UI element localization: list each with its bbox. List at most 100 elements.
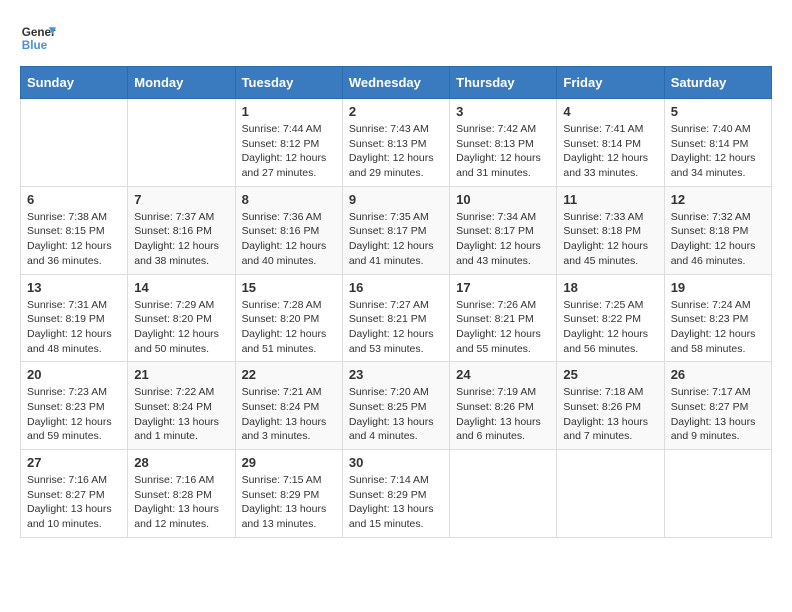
calendar-cell: 30Sunrise: 7:14 AM Sunset: 8:29 PM Dayli… [342, 450, 449, 538]
calendar-cell: 9 Sunrise: 7:35 AM Sunset: 8:17 PM Daylig… [342, 186, 449, 274]
day-info: Sunrise: 7:34 AM Sunset: 8:17 PM Dayligh… [456, 210, 550, 269]
calendar-cell: 17 Sunrise: 7:26 AM Sunset: 8:21 PM Dayli… [450, 274, 557, 362]
calendar-cell: 12 Sunrise: 7:32 AM Sunset: 8:18 PM Dayli… [664, 186, 771, 274]
calendar-cell: 8 Sunrise: 7:36 AM Sunset: 8:16 PM Daylig… [235, 186, 342, 274]
day-number: 7 [134, 192, 228, 207]
day-info: Sunrise: 7:41 AM Sunset: 8:14 PM Dayligh… [563, 122, 657, 181]
day-number: 1 [242, 104, 336, 119]
day-info: Sunrise: 7:26 AM Sunset: 8:21 PM Dayligh… [456, 298, 550, 357]
day-of-week-header: Friday [557, 67, 664, 99]
day-number: 5 [671, 104, 765, 119]
day-info: Sunrise: 7:18 AM Sunset: 8:26 PM Dayligh… [563, 385, 657, 444]
calendar-cell: 26 Sunrise: 7:17 AM Sunset: 8:27 PM Dayli… [664, 362, 771, 450]
calendar-cell: 20 Sunrise: 7:23 AM Sunset: 8:23 PM Dayli… [21, 362, 128, 450]
day-of-week-header: Saturday [664, 67, 771, 99]
day-number: 25 [563, 367, 657, 382]
day-info: Sunrise: 7:33 AM Sunset: 8:18 PM Dayligh… [563, 210, 657, 269]
day-number: 4 [563, 104, 657, 119]
day-info: Sunrise: 7:21 AM Sunset: 8:24 PM Dayligh… [242, 385, 336, 444]
day-of-week-header: Sunday [21, 67, 128, 99]
day-info: Sunrise: 7:37 AM Sunset: 8:16 PM Dayligh… [134, 210, 228, 269]
calendar-cell: 7 Sunrise: 7:37 AM Sunset: 8:16 PM Daylig… [128, 186, 235, 274]
day-number: 13 [27, 280, 121, 295]
day-info: Sunrise: 7:27 AM Sunset: 8:21 PM Dayligh… [349, 298, 443, 357]
calendar-cell: 18Sunrise: 7:25 AM Sunset: 8:22 PM Dayli… [557, 274, 664, 362]
calendar-cell: 19 Sunrise: 7:24 AM Sunset: 8:23 PM Dayli… [664, 274, 771, 362]
calendar-cell: 2 Sunrise: 7:43 AM Sunset: 8:13 PM Daylig… [342, 99, 449, 187]
calendar-header-row: SundayMondayTuesdayWednesdayThursdayFrid… [21, 67, 772, 99]
day-number: 16 [349, 280, 443, 295]
day-number: 3 [456, 104, 550, 119]
day-info: Sunrise: 7:32 AM Sunset: 8:18 PM Dayligh… [671, 210, 765, 269]
day-number: 24 [456, 367, 550, 382]
calendar-cell: 14Sunrise: 7:29 AM Sunset: 8:20 PM Dayli… [128, 274, 235, 362]
day-number: 6 [27, 192, 121, 207]
calendar-week-row: 6Sunrise: 7:38 AM Sunset: 8:15 PM Daylig… [21, 186, 772, 274]
calendar-cell: 5 Sunrise: 7:40 AM Sunset: 8:14 PM Daylig… [664, 99, 771, 187]
day-number: 29 [242, 455, 336, 470]
day-number: 17 [456, 280, 550, 295]
calendar-cell [664, 450, 771, 538]
day-info: Sunrise: 7:28 AM Sunset: 8:20 PM Dayligh… [242, 298, 336, 357]
calendar-cell: 10 Sunrise: 7:34 AM Sunset: 8:17 PM Dayli… [450, 186, 557, 274]
calendar-cell: 1 Sunrise: 7:44 AM Sunset: 8:12 PM Daylig… [235, 99, 342, 187]
day-number: 28 [134, 455, 228, 470]
day-info: Sunrise: 7:24 AM Sunset: 8:23 PM Dayligh… [671, 298, 765, 357]
calendar-cell: 24 Sunrise: 7:19 AM Sunset: 8:26 PM Dayli… [450, 362, 557, 450]
day-number: 9 [349, 192, 443, 207]
day-number: 15 [242, 280, 336, 295]
day-number: 11 [563, 192, 657, 207]
day-number: 22 [242, 367, 336, 382]
calendar-cell [21, 99, 128, 187]
calendar-cell: 23 Sunrise: 7:20 AM Sunset: 8:25 PM Dayli… [342, 362, 449, 450]
day-number: 20 [27, 367, 121, 382]
day-number: 26 [671, 367, 765, 382]
calendar-cell: 29 Sunrise: 7:15 AM Sunset: 8:29 PM Dayli… [235, 450, 342, 538]
day-number: 19 [671, 280, 765, 295]
calendar-cell: 6Sunrise: 7:38 AM Sunset: 8:15 PM Daylig… [21, 186, 128, 274]
calendar-week-row: 27Sunrise: 7:16 AM Sunset: 8:27 PM Dayli… [21, 450, 772, 538]
day-info: Sunrise: 7:17 AM Sunset: 8:27 PM Dayligh… [671, 385, 765, 444]
day-number: 12 [671, 192, 765, 207]
day-number: 30 [349, 455, 443, 470]
calendar-cell: 16 Sunrise: 7:27 AM Sunset: 8:21 PM Dayli… [342, 274, 449, 362]
day-number: 27 [27, 455, 121, 470]
calendar-cell: 4 Sunrise: 7:41 AM Sunset: 8:14 PM Daylig… [557, 99, 664, 187]
calendar-table: SundayMondayTuesdayWednesdayThursdayFrid… [20, 66, 772, 538]
calendar-cell: 28Sunrise: 7:16 AM Sunset: 8:28 PM Dayli… [128, 450, 235, 538]
day-info: Sunrise: 7:43 AM Sunset: 8:13 PM Dayligh… [349, 122, 443, 181]
svg-text:Blue: Blue [22, 39, 48, 52]
day-info: Sunrise: 7:15 AM Sunset: 8:29 PM Dayligh… [242, 473, 336, 532]
calendar-cell: 3 Sunrise: 7:42 AM Sunset: 8:13 PM Daylig… [450, 99, 557, 187]
day-info: Sunrise: 7:19 AM Sunset: 8:26 PM Dayligh… [456, 385, 550, 444]
calendar-cell [557, 450, 664, 538]
day-number: 8 [242, 192, 336, 207]
day-number: 10 [456, 192, 550, 207]
day-number: 2 [349, 104, 443, 119]
day-of-week-header: Tuesday [235, 67, 342, 99]
day-number: 21 [134, 367, 228, 382]
calendar-cell: 27Sunrise: 7:16 AM Sunset: 8:27 PM Dayli… [21, 450, 128, 538]
day-of-week-header: Thursday [450, 67, 557, 99]
page-header: General Blue [20, 20, 772, 56]
calendar-cell: 11 Sunrise: 7:33 AM Sunset: 8:18 PM Dayli… [557, 186, 664, 274]
calendar-cell: 22 Sunrise: 7:21 AM Sunset: 8:24 PM Dayli… [235, 362, 342, 450]
day-info: Sunrise: 7:20 AM Sunset: 8:25 PM Dayligh… [349, 385, 443, 444]
day-of-week-header: Wednesday [342, 67, 449, 99]
day-info: Sunrise: 7:44 AM Sunset: 8:12 PM Dayligh… [242, 122, 336, 181]
day-of-week-header: Monday [128, 67, 235, 99]
logo-icon: General Blue [20, 20, 56, 56]
day-info: Sunrise: 7:40 AM Sunset: 8:14 PM Dayligh… [671, 122, 765, 181]
day-info: Sunrise: 7:22 AM Sunset: 8:24 PM Dayligh… [134, 385, 228, 444]
calendar-week-row: 20 Sunrise: 7:23 AM Sunset: 8:23 PM Dayli… [21, 362, 772, 450]
calendar-cell [450, 450, 557, 538]
day-info: Sunrise: 7:23 AM Sunset: 8:23 PM Dayligh… [27, 385, 121, 444]
logo: General Blue [20, 20, 56, 56]
day-info: Sunrise: 7:29 AM Sunset: 8:20 PM Dayligh… [134, 298, 228, 357]
day-info: Sunrise: 7:35 AM Sunset: 8:17 PM Dayligh… [349, 210, 443, 269]
calendar-cell: 25 Sunrise: 7:18 AM Sunset: 8:26 PM Dayli… [557, 362, 664, 450]
day-info: Sunrise: 7:25 AM Sunset: 8:22 PM Dayligh… [563, 298, 657, 357]
day-info: Sunrise: 7:42 AM Sunset: 8:13 PM Dayligh… [456, 122, 550, 181]
day-number: 23 [349, 367, 443, 382]
day-info: Sunrise: 7:36 AM Sunset: 8:16 PM Dayligh… [242, 210, 336, 269]
